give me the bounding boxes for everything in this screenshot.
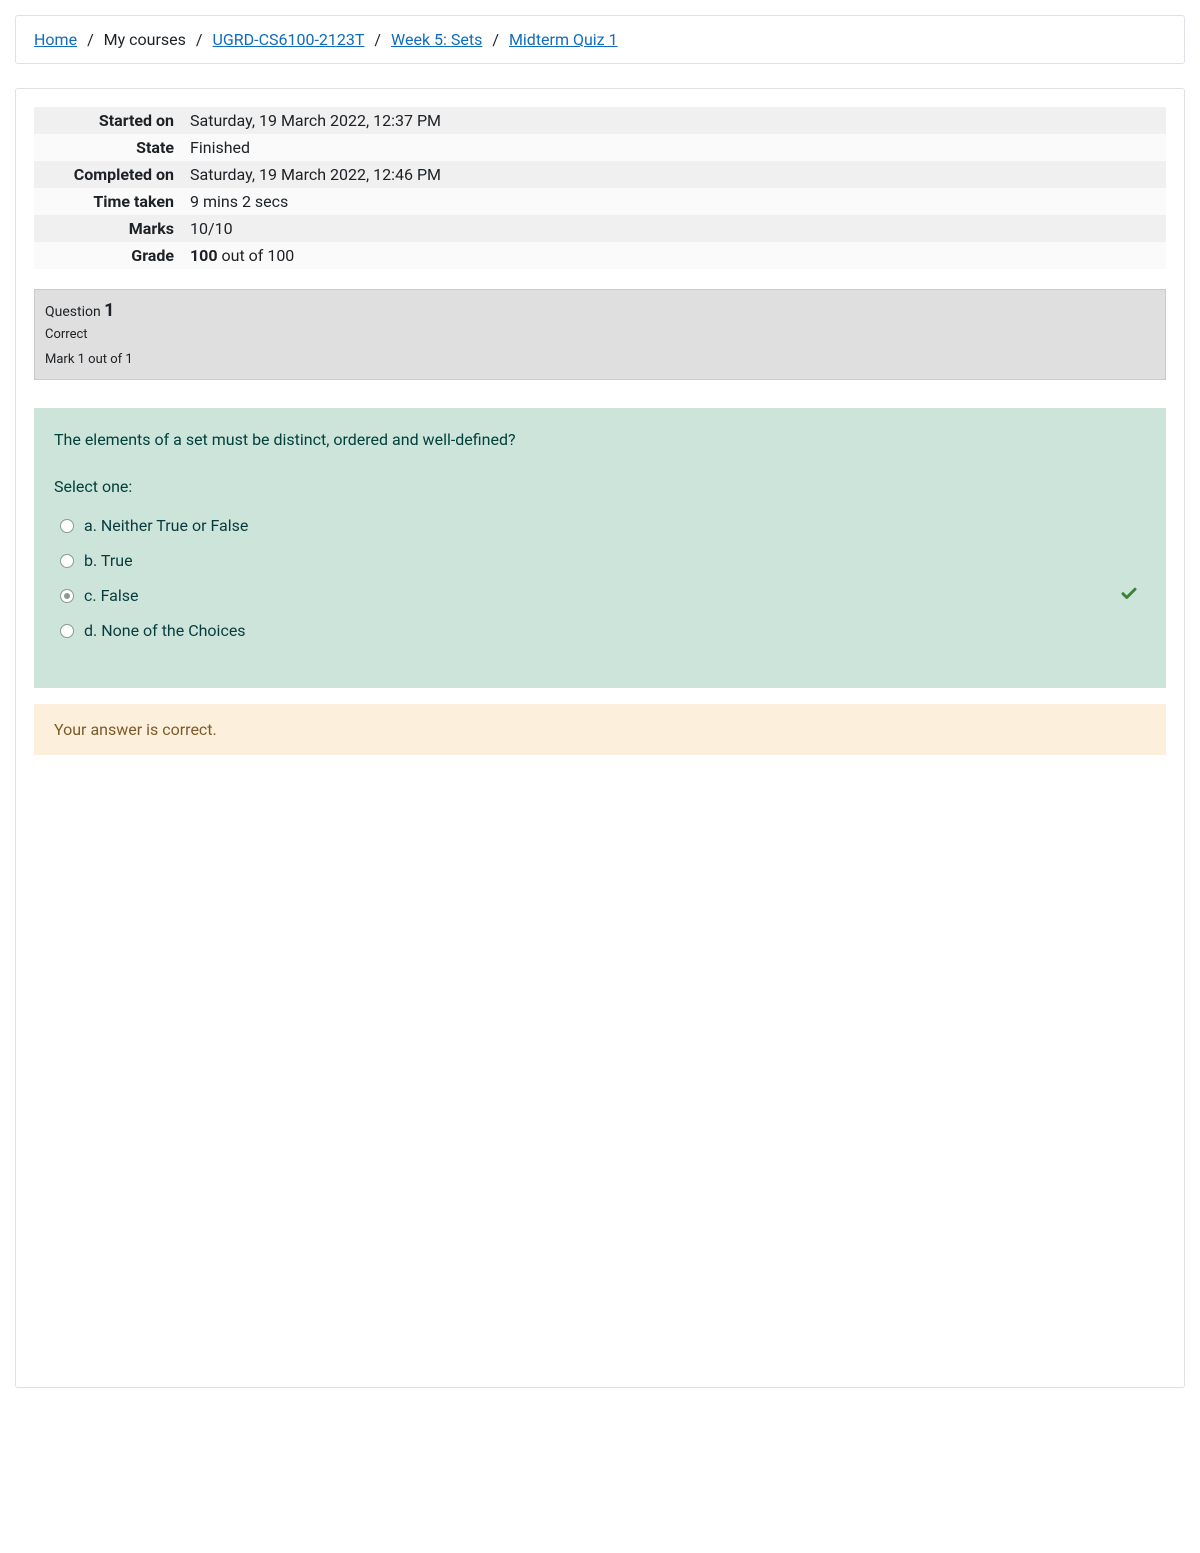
radio-button[interactable]: [60, 589, 74, 603]
answer-option[interactable]: d. None of the Choices: [54, 613, 1148, 648]
grade-value-rest: out of 100: [218, 246, 295, 265]
radio-button[interactable]: [60, 554, 74, 568]
question-number-line: Question 1: [45, 300, 1155, 321]
summary-label: Started on: [34, 107, 184, 134]
summary-value: Saturday, 19 March 2022, 12:37 PM: [184, 107, 1166, 134]
feedback-box: Your answer is correct.: [34, 704, 1166, 755]
breadcrumb-link[interactable]: Home: [34, 30, 77, 49]
table-row: Started on Saturday, 19 March 2022, 12:3…: [34, 107, 1166, 134]
quiz-summary-table: Started on Saturday, 19 March 2022, 12:3…: [34, 107, 1166, 269]
table-row: Grade 100 out of 100: [34, 242, 1166, 269]
question-mark: Mark 1 out of 1: [45, 352, 1155, 367]
summary-label: State: [34, 134, 184, 161]
question-text: The elements of a set must be distinct, …: [54, 430, 1148, 449]
question-prompt: Select one:: [54, 477, 1148, 496]
summary-value: 10/10: [184, 215, 1166, 242]
feedback-text: Your answer is correct.: [54, 720, 217, 739]
question-heading-prefix: Question: [45, 304, 104, 320]
breadcrumb-item: UGRD-CS6100-2123T: [213, 30, 365, 49]
breadcrumb-link[interactable]: Midterm Quiz 1: [509, 30, 618, 49]
summary-label: Grade: [34, 242, 184, 269]
summary-label: Time taken: [34, 188, 184, 215]
table-row: State Finished: [34, 134, 1166, 161]
breadcrumb-separator: /: [492, 30, 499, 49]
radio-button[interactable]: [60, 519, 74, 533]
breadcrumb: Home / My courses / UGRD-CS6100-2123T / Week 5…: [34, 30, 1166, 49]
breadcrumb-panel: Home / My courses / UGRD-CS6100-2123T / Week 5…: [15, 15, 1185, 64]
answer-label: d. None of the Choices: [84, 621, 246, 640]
breadcrumb-item: Home: [34, 30, 77, 49]
question-number: 1: [104, 300, 114, 321]
summary-label: Completed on: [34, 161, 184, 188]
answer-label: c. False: [84, 586, 138, 605]
breadcrumb-link[interactable]: UGRD-CS6100-2123T: [213, 30, 365, 49]
check-icon: [1120, 584, 1138, 607]
question-status: Correct: [45, 327, 1155, 342]
answer-label: a. Neither True or False: [84, 516, 248, 535]
summary-value: Saturday, 19 March 2022, 12:46 PM: [184, 161, 1166, 188]
question-header: Question 1 Correct Mark 1 out of 1: [34, 289, 1166, 380]
breadcrumb-separator: /: [374, 30, 381, 49]
breadcrumb-item: Midterm Quiz 1: [509, 30, 618, 49]
breadcrumb-item: My courses: [104, 30, 186, 49]
table-row: Marks 10/10: [34, 215, 1166, 242]
breadcrumb-text: My courses: [104, 30, 186, 49]
breadcrumb-item: Week 5: Sets: [391, 30, 482, 49]
answer-option[interactable]: b. True: [54, 543, 1148, 578]
breadcrumb-separator: /: [196, 30, 203, 49]
answer-label: b. True: [84, 551, 133, 570]
grade-value-bold: 100: [190, 246, 218, 265]
summary-label: Marks: [34, 215, 184, 242]
question-content: The elements of a set must be distinct, …: [34, 408, 1166, 688]
summary-value: 100 out of 100: [184, 242, 1166, 269]
table-row: Time taken 9 mins 2 secs: [34, 188, 1166, 215]
answer-option[interactable]: a. Neither True or False: [54, 508, 1148, 543]
radio-button[interactable]: [60, 624, 74, 638]
breadcrumb-link[interactable]: Week 5: Sets: [391, 30, 482, 49]
answer-list: a. Neither True or False b. True c. False d…: [54, 508, 1148, 648]
breadcrumb-separator: /: [87, 30, 94, 49]
summary-value: Finished: [184, 134, 1166, 161]
summary-value: 9 mins 2 secs: [184, 188, 1166, 215]
content-panel: Started on Saturday, 19 March 2022, 12:3…: [15, 88, 1185, 1388]
answer-option[interactable]: c. False: [54, 578, 1148, 613]
table-row: Completed on Saturday, 19 March 2022, 12…: [34, 161, 1166, 188]
